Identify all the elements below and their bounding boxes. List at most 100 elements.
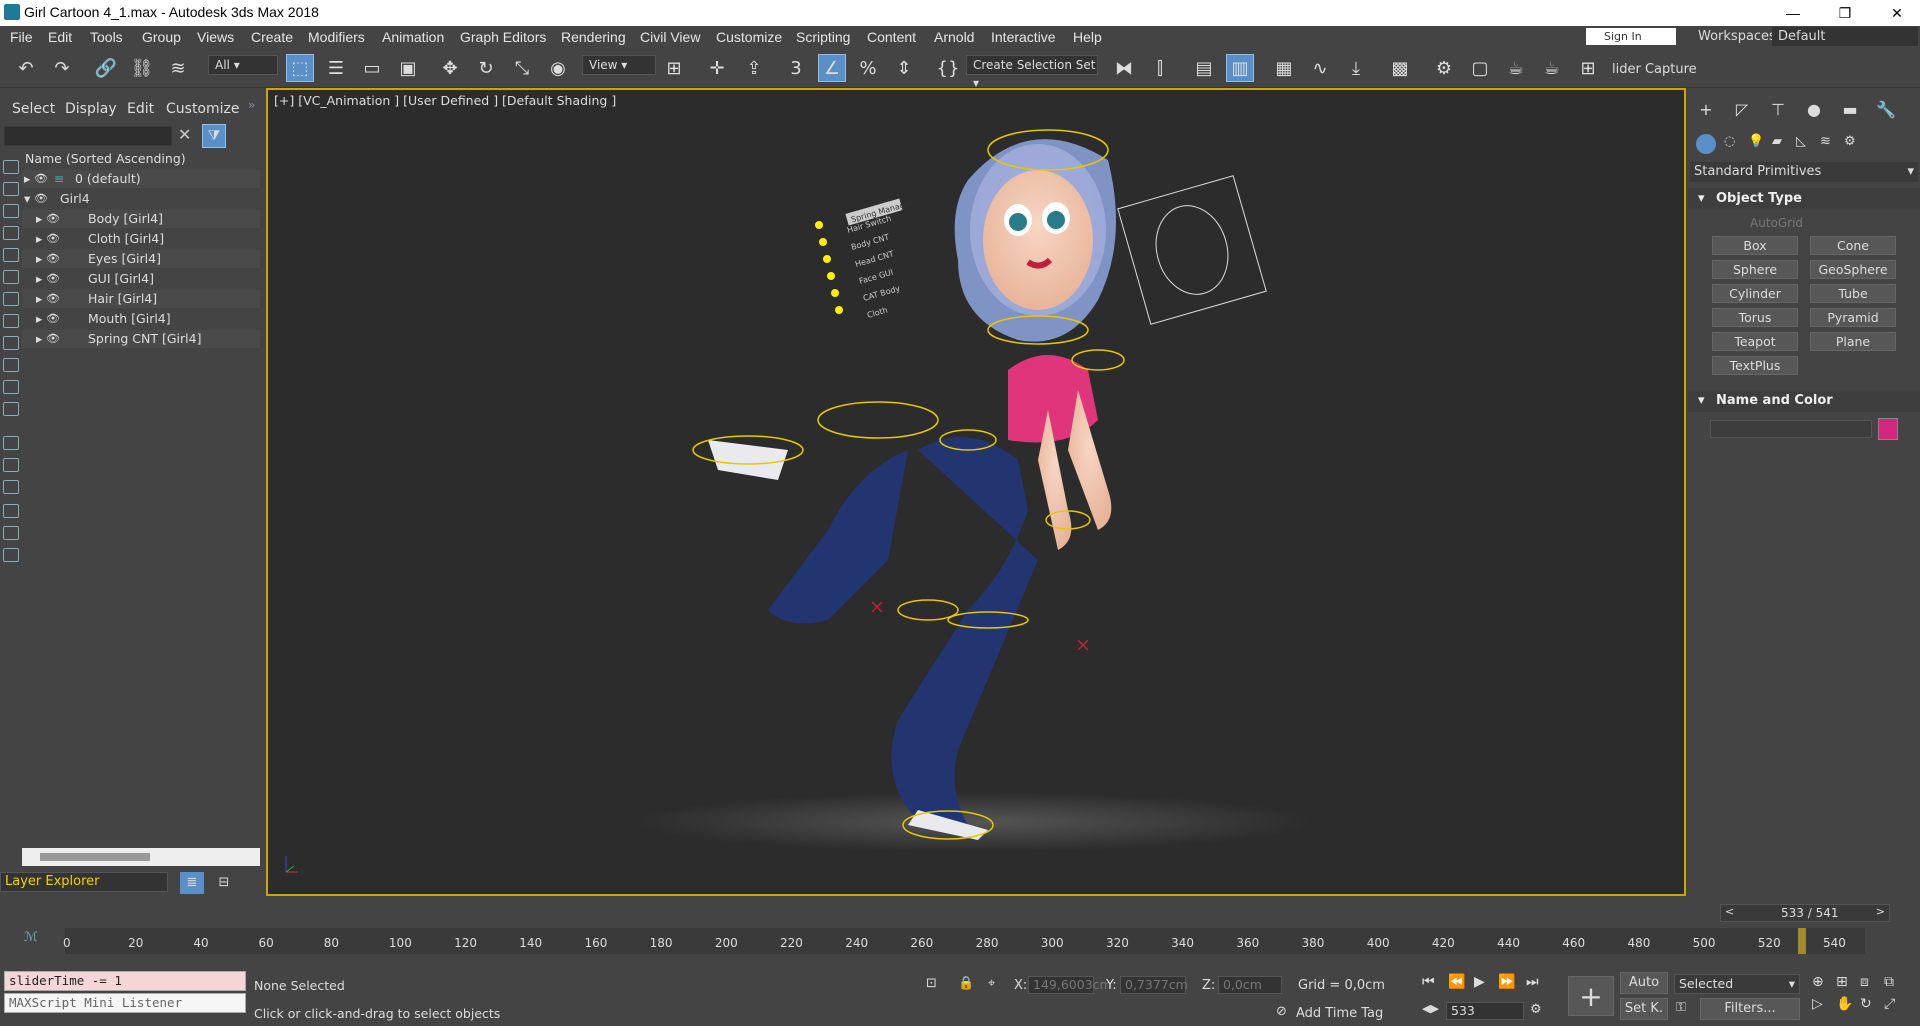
key-filters-icon[interactable]: ⚿ [1676, 1000, 1686, 1015]
key-selection-dropdown[interactable]: Selected ▾ [1674, 974, 1800, 994]
find-icon[interactable] [3, 504, 19, 518]
column-header[interactable]: Name (Sorted Ascending) [22, 150, 260, 168]
rig-switch-panel[interactable]: Spring Manager Hair Switch Body CNT Head… [815, 198, 914, 320]
tree-row-mouth[interactable]: ▸ 👁 Mouth [Girl4] [22, 310, 260, 328]
window-crossing-icon[interactable]: ▣ [394, 54, 422, 82]
menu-content[interactable]: Content [867, 29, 916, 45]
angle-snap-icon[interactable]: ∠ [818, 54, 846, 82]
primitive-type-dropdown[interactable]: Standard Primitives ▾ [1690, 162, 1918, 182]
set-key-button[interactable]: Set K. [1620, 998, 1668, 1020]
filters-button[interactable]: Filters... [1700, 998, 1800, 1020]
menu-customize[interactable]: Customize [716, 29, 782, 45]
time-slider-next-icon[interactable]: > [1876, 905, 1885, 918]
systems-category-icon[interactable]: ⚙ [1844, 134, 1856, 149]
eye-icon[interactable]: 👁 [46, 310, 60, 328]
eye-icon[interactable]: 👁 [46, 250, 60, 268]
auto-key-button[interactable]: Auto [1620, 972, 1668, 994]
expand-arrow-icon[interactable]: ▸ [36, 210, 42, 228]
cylinder-button[interactable]: Cylinder [1712, 284, 1798, 303]
render-production-icon[interactable]: ☕ [1502, 54, 1530, 82]
menu-group[interactable]: Group [142, 29, 181, 45]
bind-space-warp-icon[interactable]: ≋ [164, 54, 192, 82]
collapse-arrow-icon[interactable]: ▾ [24, 190, 30, 208]
restore-button[interactable]: ❐ [1822, 0, 1868, 26]
menu-views[interactable]: Views [197, 29, 234, 45]
key-mode-icon[interactable]: ◀▶ [1422, 1002, 1439, 1015]
tree-row-body[interactable]: ▸ 👁 Body [Girl4] [22, 210, 260, 228]
viewport[interactable]: [+] [VC_Animation ] [User Defined ] [Def… [266, 88, 1686, 896]
zoom-extents-icon[interactable]: ⧈ [1860, 974, 1869, 990]
menu-civil-view[interactable]: Civil View [640, 29, 700, 45]
create-tab-icon[interactable]: + [1696, 100, 1716, 120]
render-in-cloud-icon[interactable]: ⊞ [1574, 54, 1602, 82]
filter-icon[interactable]: ⧩ [202, 124, 226, 148]
eye-icon[interactable]: 👁 [46, 230, 60, 248]
maxscript-listener-output[interactable]: MAXScript Mini Listener [4, 993, 246, 1013]
expand-arrow-icon[interactable]: ▸ [36, 330, 42, 348]
pyramid-button[interactable]: Pyramid [1810, 308, 1896, 327]
selection-filter-dropdown[interactable]: All ▾ [208, 55, 278, 75]
filter-toggle-icon[interactable] [3, 526, 19, 540]
reference-coordinate-dropdown[interactable]: View ▾ [582, 55, 656, 75]
expand-arrow-icon[interactable]: ▸ [24, 170, 30, 188]
layer-explorer-dropdown[interactable]: Layer Explorer [0, 872, 168, 892]
expand-arrow-icon[interactable]: ▸ [36, 310, 42, 328]
menu-animation[interactable]: Animation [382, 29, 444, 45]
select-manipulate-icon[interactable]: ✛ [703, 54, 731, 82]
menu-create[interactable]: Create [251, 29, 293, 45]
pan-icon[interactable]: ✋ [1836, 996, 1853, 1012]
redo-icon[interactable]: ↷ [48, 54, 76, 82]
minimize-button[interactable]: — [1770, 0, 1816, 26]
cameras-category-icon[interactable]: ▰ [1772, 134, 1782, 149]
mini-curve-editor-icon[interactable]: ℳ [24, 930, 38, 945]
tree-row-spring-cnt[interactable]: ▸ 👁 Spring CNT [Girl4] [22, 330, 260, 348]
time-configuration-icon[interactable]: ⚙ [1530, 1002, 1542, 1017]
render-iterative-icon[interactable]: ☕ [1538, 54, 1566, 82]
selection-lock-icon[interactable]: 🔒 [958, 976, 974, 991]
eye-icon[interactable]: 👁 [46, 330, 60, 348]
workspaces-dropdown[interactable]: Default [1772, 27, 1918, 46]
expand-arrow-icon[interactable]: ▸ [36, 230, 42, 248]
motion-tab-icon[interactable]: ● [1804, 100, 1824, 120]
teapot-button[interactable]: Teapot [1712, 332, 1798, 351]
object-name-input[interactable] [1710, 420, 1872, 438]
tab-select[interactable]: Select [12, 101, 55, 117]
tree-row-default-layer[interactable]: ▸ 👁 ≡ 0 (default) [22, 170, 260, 188]
name-and-color-rollout[interactable]: ▾ Name and Color [1688, 390, 1920, 412]
xref-filter-icon[interactable] [3, 314, 19, 328]
torus-button[interactable]: Torus [1712, 308, 1798, 327]
close-button[interactable]: ✕ [1874, 0, 1920, 26]
spacewarps-category-icon[interactable]: ≋ [1820, 134, 1831, 149]
tube-button[interactable]: Tube [1810, 284, 1896, 303]
isolate-selection-icon[interactable]: ⊡ [926, 976, 937, 991]
time-slider[interactable]: < 533 / 541 > [1720, 904, 1890, 922]
y-coordinate-field[interactable]: 0,7377cm [1120, 976, 1188, 994]
layer-explorer-icon[interactable]: ▤ [1190, 54, 1218, 82]
zoom-extents-all-icon[interactable]: ⧉ [1884, 974, 1894, 990]
current-frame-field[interactable]: 533 [1446, 1002, 1524, 1020]
helper-filter-icon[interactable] [3, 248, 19, 262]
eye-icon[interactable]: 👁 [46, 210, 60, 228]
sign-in-dropdown[interactable]: Sign In [1586, 28, 1676, 45]
tree-row-cloth[interactable]: ▸ 👁 Cloth [Girl4] [22, 230, 260, 248]
named-selection-set-dropdown[interactable]: Create Selection Set ▾ [966, 55, 1098, 90]
scale-icon[interactable]: ⤡ [508, 54, 536, 82]
go-to-end-icon[interactable]: ⏭ [1526, 974, 1539, 990]
time-tag-icon[interactable]: ⊘ [1276, 1004, 1287, 1019]
lights-category-icon[interactable]: 💡 [1748, 134, 1764, 149]
snaps-toggle-icon[interactable]: 3 [782, 54, 810, 82]
mirror-icon[interactable]: ⧓ [1110, 54, 1138, 82]
tab-customize[interactable]: Customize [166, 101, 240, 117]
display-invert-icon[interactable] [3, 480, 19, 494]
autogrid-checkbox[interactable]: AutoGrid [1750, 216, 1803, 230]
slider-capture-label[interactable]: lider Capture [1612, 62, 1697, 77]
z-coordinate-field[interactable]: 0,0cm [1218, 976, 1282, 994]
menu-rendering[interactable]: Rendering [561, 29, 626, 45]
object-type-rollout[interactable]: ▾ Object Type [1688, 188, 1920, 210]
geometry-filter-icon[interactable] [3, 160, 19, 174]
set-key-icon[interactable]: + [1568, 976, 1614, 1016]
unlink-icon[interactable]: ⛓ [128, 54, 156, 82]
go-to-start-icon[interactable]: ⏮ [1422, 974, 1435, 990]
menu-graph-editors[interactable]: Graph Editors [460, 29, 546, 45]
add-time-tag[interactable]: Add Time Tag [1296, 1006, 1383, 1021]
